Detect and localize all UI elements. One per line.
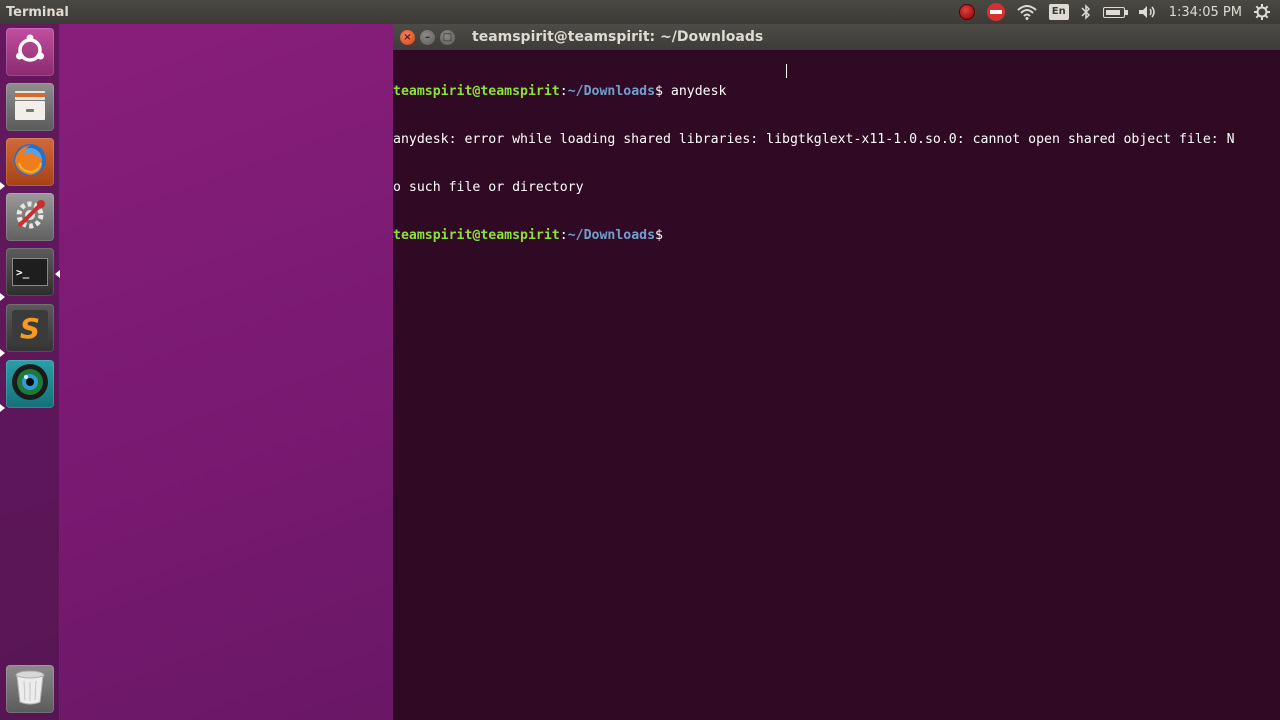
ubuntu-logo-icon xyxy=(13,33,47,71)
dash-home-button[interactable] xyxy=(6,28,54,76)
firefox-icon xyxy=(11,141,49,183)
terminal-window[interactable]: × – □ teamspirit@teamspirit: ~/Downloads… xyxy=(393,24,1280,720)
window-title: teamspirit@teamspirit: ~/Downloads xyxy=(472,29,764,45)
running-indicator xyxy=(0,293,5,301)
bluetooth-icon[interactable] xyxy=(1081,0,1091,24)
wifi-icon[interactable] xyxy=(1017,0,1037,24)
sublime-text-launcher-button[interactable]: S xyxy=(6,304,54,352)
window-maximize-button[interactable]: □ xyxy=(440,29,455,45)
prompt-separator: : xyxy=(559,228,568,243)
clock[interactable]: 1:34:05 PM xyxy=(1169,0,1242,24)
record-indicator-icon[interactable] xyxy=(958,0,975,24)
running-indicator xyxy=(0,404,5,412)
minimize-icon: – xyxy=(425,31,430,43)
window-close-button[interactable]: × xyxy=(400,29,415,45)
terminal-line: teamspirit@teamspirit:~/Downloads$ xyxy=(393,228,1280,244)
terminal-launcher-button[interactable]: >_ xyxy=(6,248,54,296)
prompt-path: ~/Downloads xyxy=(567,228,656,243)
maximize-icon: □ xyxy=(442,31,453,43)
volume-icon[interactable] xyxy=(1137,0,1157,24)
terminal-icon: >_ xyxy=(12,258,48,286)
error-output: anydesk: error while loading shared libr… xyxy=(393,132,1235,147)
prompt-user-host: teamspirit@teamspirit xyxy=(393,84,560,99)
prompt-user-host: teamspirit@teamspirit xyxy=(393,228,560,243)
session-gear-icon[interactable] xyxy=(1254,0,1270,24)
no-entry-indicator-icon[interactable] xyxy=(986,0,1005,24)
trash-icon xyxy=(12,668,48,710)
window-minimize-button[interactable]: – xyxy=(420,29,435,45)
prompt-path: ~/Downloads xyxy=(567,84,656,99)
running-indicator xyxy=(0,349,5,357)
active-app-title: Terminal xyxy=(6,4,69,20)
camera-lens-icon xyxy=(10,362,50,406)
error-output-continued: o such file or directory xyxy=(393,180,584,195)
settings-wrench-icon xyxy=(11,196,49,238)
top-panel: Terminal En 1:34:05 PM xyxy=(0,0,1280,24)
close-icon: × xyxy=(403,31,412,43)
camera-app-launcher-button[interactable] xyxy=(6,360,54,408)
window-titlebar[interactable]: × – □ teamspirit@teamspirit: ~/Downloads xyxy=(393,24,1280,50)
launcher: >_ S xyxy=(0,24,60,720)
mouse-ibeam-cursor xyxy=(786,64,792,78)
files-launcher-button[interactable] xyxy=(6,83,54,131)
terminal-output[interactable]: teamspirit@teamspirit:~/Downloads$ anyde… xyxy=(393,50,1280,720)
prompt-symbol: $ xyxy=(655,84,671,99)
sublime-text-icon: S xyxy=(12,310,48,346)
terminal-line: o such file or directory xyxy=(393,180,1280,196)
terminal-line: teamspirit@teamspirit:~/Downloads$ anyde… xyxy=(393,84,1280,100)
running-indicator xyxy=(0,182,5,190)
indicator-area: En 1:34:05 PM xyxy=(953,0,1280,24)
firefox-launcher-button[interactable] xyxy=(6,138,54,186)
terminal-line: anydesk: error while loading shared libr… xyxy=(393,132,1280,148)
prompt-separator: : xyxy=(559,84,568,99)
file-cabinet-icon xyxy=(12,87,48,127)
command-text: anydesk xyxy=(670,84,727,99)
focused-indicator xyxy=(55,270,60,278)
keyboard-layout-indicator[interactable]: En xyxy=(1048,4,1069,20)
prompt-symbol: $ xyxy=(655,228,663,243)
trash-button[interactable] xyxy=(6,665,54,713)
system-settings-button[interactable] xyxy=(6,193,54,241)
battery-icon[interactable] xyxy=(1102,0,1128,24)
